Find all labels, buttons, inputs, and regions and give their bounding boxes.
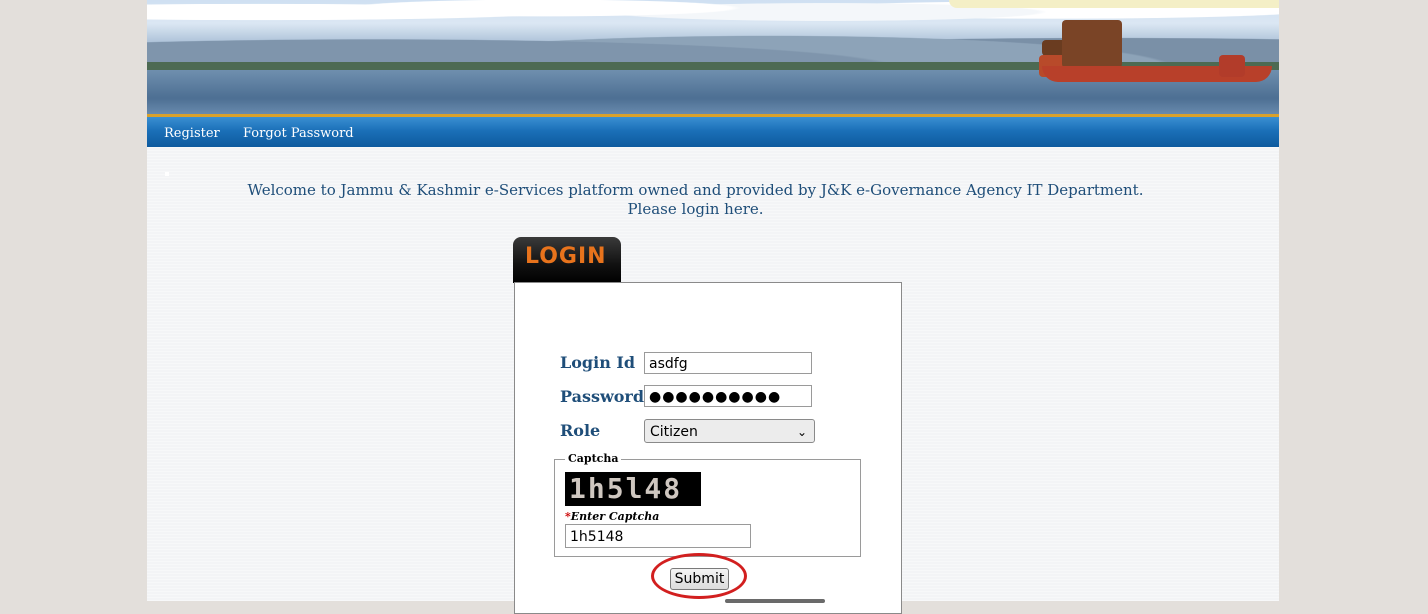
password-label: Password (560, 387, 645, 406)
banner-shikara-canopy (1062, 20, 1122, 68)
login-tab-label: LOGIN (525, 244, 607, 269)
chevron-down-icon: ⌄ (796, 425, 807, 439)
login-id-label: Login Id (560, 353, 636, 372)
login-form-panel: Login Id asdfg Password ●●●●●●●●●● Role … (514, 282, 902, 614)
role-selected-value: Citizen (650, 424, 698, 440)
header-banner-image (147, 0, 1279, 117)
banner-sign (949, 0, 1279, 8)
login-tab-header: LOGIN (513, 237, 621, 283)
password-input[interactable]: ●●●●●●●●●● (644, 385, 812, 407)
welcome-line-2: Please login here. (627, 200, 764, 218)
forgot-password-link[interactable]: Forgot Password (243, 126, 354, 141)
top-nav-bar: Register Forgot Password (147, 117, 1279, 147)
captcha-image-text: 1h5l48 (569, 472, 683, 505)
submit-highlight-circle (651, 553, 747, 599)
welcome-message: Welcome to Jammu & Kashmir e-Services pl… (147, 181, 1279, 219)
banner-boat (1219, 55, 1245, 77)
role-select[interactable]: Citizen ⌄ (644, 419, 815, 443)
bullet-dot (165, 172, 169, 176)
role-label: Role (560, 421, 601, 440)
captcha-fieldset: Captcha 1h5l48 *Enter Captcha 1h5148 (554, 452, 861, 557)
enter-captcha-text: Enter Captcha (570, 510, 660, 523)
captcha-legend: Captcha (565, 452, 622, 465)
welcome-line-1: Welcome to Jammu & Kashmir e-Services pl… (247, 181, 1144, 199)
captcha-image: 1h5l48 (565, 472, 701, 506)
login-id-input[interactable]: asdfg (644, 352, 812, 374)
page-container: Register Forgot Password Welcome to Jamm… (147, 0, 1279, 614)
captcha-input[interactable]: 1h5148 (565, 524, 751, 548)
register-link[interactable]: Register (164, 126, 220, 141)
tooltip-shadow (725, 599, 825, 603)
enter-captcha-label: *Enter Captcha (565, 510, 659, 523)
